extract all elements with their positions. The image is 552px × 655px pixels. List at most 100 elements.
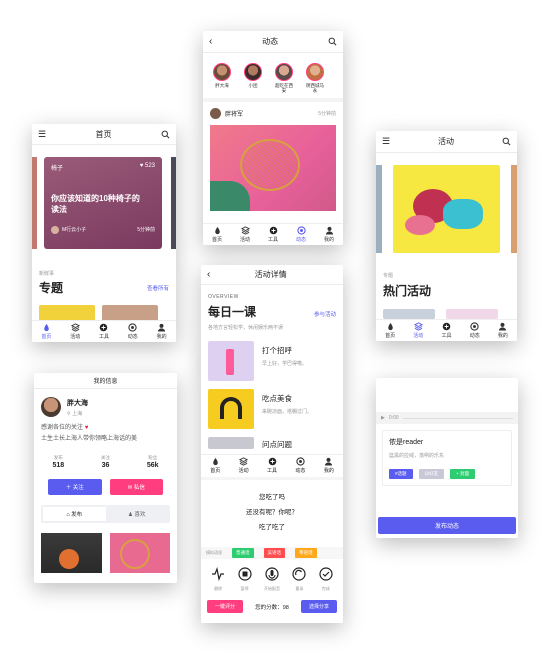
cover-button[interactable]: + 封面 [450, 469, 475, 479]
tab-bar: 首页 活动 工具 动态 我的 [201, 454, 343, 476]
tab-home[interactable]: 首页 [201, 455, 229, 476]
lesson-title: 打个招呼 [262, 346, 292, 355]
topic-card[interactable] [102, 305, 158, 321]
mention-button[interactable]: @好友 [418, 469, 445, 479]
post-image[interactable] [210, 124, 336, 211]
post-header: 胖将军 5分钟前 [203, 97, 343, 125]
post-author[interactable]: 胖将军 [225, 109, 243, 118]
tab-activity[interactable]: 活动 [404, 320, 432, 341]
tab-feed[interactable]: 动态 [287, 224, 315, 245]
section-title: 热门活动 [383, 284, 432, 298]
join-activity-link[interactable]: 参与活动 [314, 310, 336, 318]
tab-home[interactable]: 首页 [32, 321, 61, 342]
overview-label: OVERVIEW [208, 294, 239, 300]
overview-section: OVERVIEW 每日一课 参与活动 各地方言轻松学，休闲娱乐两不误 [201, 285, 343, 331]
tab-likes[interactable]: ♟ 喜欢 [106, 507, 169, 521]
profile-info: 胖大海 ⚲ 上海 [34, 389, 177, 417]
avatar[interactable] [41, 397, 61, 417]
share-button[interactable]: 选择分享 [300, 600, 337, 613]
tag-mandarin[interactable]: 普通话 [232, 548, 254, 558]
lesson-item[interactable]: 打个招呼早上好，学巴得嘞。 [201, 341, 343, 381]
record-button[interactable]: 开始配音 [264, 567, 280, 592]
activity-card[interactable] [446, 309, 498, 319]
tab-activity[interactable]: 活动 [231, 224, 259, 245]
story-user-name: 小团 [248, 83, 258, 88]
activity-card[interactable] [383, 309, 435, 319]
microphone-icon [265, 567, 279, 581]
lesson-title: 问点问题 [262, 440, 292, 449]
delete-button[interactable]: 删除 [211, 566, 225, 592]
tab-feed[interactable]: 动态 [118, 321, 147, 342]
story-user[interactable]: 胖大海 [211, 63, 233, 94]
tab-home[interactable]: 首页 [376, 320, 404, 341]
heart-icon: ♥ [84, 425, 89, 431]
view-all-link[interactable]: 查看所有 [147, 284, 169, 292]
profile-stats: 发布 518 关注 36 粉丝 56k [34, 455, 177, 469]
tab-tools[interactable]: 工具 [258, 455, 286, 476]
tab-me[interactable]: 我的 [315, 224, 343, 245]
activity-banner[interactable] [393, 165, 500, 253]
stat-posts[interactable]: 发布 518 [52, 455, 64, 469]
tab-bar: 首页 活动 工具 动态 我的 [376, 319, 517, 341]
feed-header: ‹ 动态 [203, 31, 343, 53]
audio-player[interactable]: ▶ 0:00 [376, 412, 518, 424]
post-thumbnail[interactable] [41, 533, 102, 573]
tab-activity[interactable]: 活动 [229, 455, 257, 476]
stat-following[interactable]: 关注 36 [101, 455, 110, 469]
story-user[interactable]: 小团 [242, 63, 264, 94]
profile-actions: ＋ 关注 ✉ 私信 [34, 479, 177, 495]
avatar [51, 225, 59, 234]
search-icon[interactable] [502, 137, 511, 146]
rerecord-button[interactable]: 重录 [292, 567, 306, 592]
topic-card[interactable] [39, 305, 95, 321]
section-title: 专题 [39, 281, 64, 295]
done-button[interactable]: 完成 [319, 567, 333, 592]
tab-feed[interactable]: 动态 [461, 320, 489, 341]
featured-card[interactable]: 椅子 ♥ 523 你应该知道的10种椅子的读法 M行云小子 5分钟前 [44, 157, 162, 249]
publish-button[interactable]: 发布动态 [378, 517, 516, 534]
score-value: 98 [282, 604, 289, 611]
tab-me[interactable]: 我的 [489, 320, 517, 341]
tab-activity[interactable]: 活动 [61, 321, 90, 342]
menu-icon[interactable]: ☰ [382, 136, 390, 147]
tab-feed[interactable]: 动态 [286, 455, 314, 476]
tag-wu[interactable]: 吴语话 [263, 548, 285, 558]
play-icon[interactable]: ▶ [381, 415, 385, 421]
tab-home[interactable]: 首页 [203, 224, 231, 245]
pause-button[interactable]: 暂停 [237, 567, 252, 592]
location-icon: ⚲ [67, 410, 71, 417]
publish-tags: #话题 @好友 + 封面 [389, 469, 505, 479]
menu-icon[interactable]: ☰ [38, 129, 46, 140]
tab-tools[interactable]: 工具 [432, 320, 460, 341]
story-user[interactable]: 超吃在西安 [273, 63, 295, 94]
prev-card-edge [32, 157, 37, 249]
tab-tools[interactable]: 工具 [90, 321, 119, 342]
profile-header: 我的信息 [34, 373, 177, 389]
tab-tools[interactable]: 工具 [259, 224, 287, 245]
follow-button[interactable]: ＋ 关注 [48, 479, 102, 495]
publish-title-input[interactable]: 侬是reader [389, 437, 505, 447]
tab-posts[interactable]: ⌂ 发布 [43, 507, 106, 521]
avatar [306, 63, 324, 81]
search-icon[interactable] [328, 37, 337, 46]
tab-me[interactable]: 我的 [147, 321, 176, 342]
lesson-item[interactable]: 问点问题 [201, 437, 343, 450]
context-tags: 模拟语境 普通话 吴语话 粤语话 [201, 547, 343, 559]
message-button[interactable]: ✉ 私信 [109, 479, 163, 495]
story-user[interactable]: 阴西城马永 [304, 63, 326, 94]
tag-cantonese[interactable]: 粤语话 [295, 548, 317, 558]
rate-button[interactable]: 一键评分 [207, 600, 244, 613]
topic-button[interactable]: #话题 [389, 469, 413, 479]
search-icon[interactable] [161, 130, 170, 139]
avatar [213, 63, 231, 81]
check-icon [319, 567, 333, 581]
plant-image [210, 180, 250, 211]
practice-panel: 您吃了吗 还没有呢？你呢？ 吃了吃了 模拟语境 普通话 吴语话 粤语话 删除 暂… [201, 477, 343, 623]
tab-me[interactable]: 我的 [315, 455, 343, 476]
publish-content-input[interactable]: 篮黑的拉绒，落咧的乐东 [389, 452, 505, 459]
lesson-subtitle: 早上好，学巴得嘞。 [262, 361, 308, 367]
post-thumbnail[interactable] [109, 533, 170, 573]
stat-followers[interactable]: 粉丝 56k [147, 455, 159, 469]
like-count[interactable]: ♥ 523 [140, 163, 155, 172]
lesson-item[interactable]: 吃点美食 来碗凉面，塔棚过门。 [201, 389, 343, 429]
